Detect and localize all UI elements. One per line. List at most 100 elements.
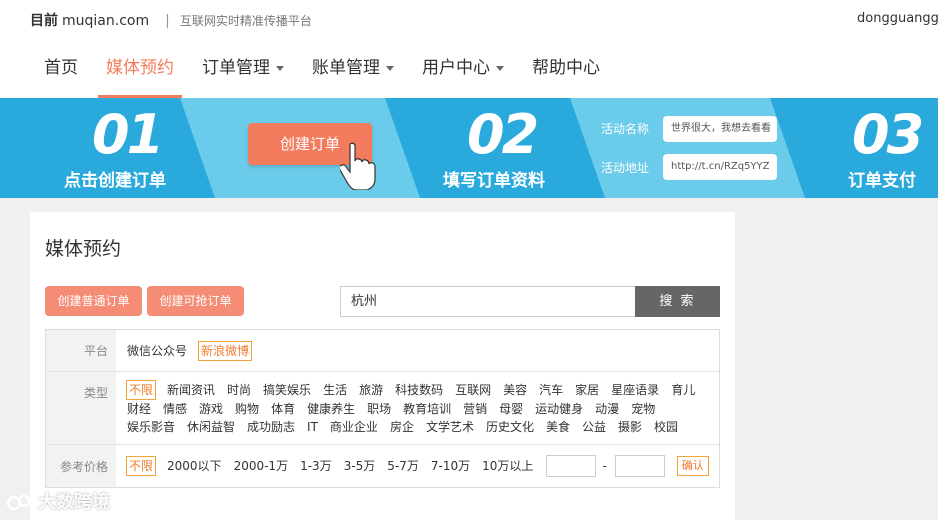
- filter-option-selected[interactable]: 不限: [126, 380, 157, 400]
- filter-option[interactable]: 时尚: [226, 381, 252, 399]
- filter-option[interactable]: 教育培训: [402, 400, 452, 418]
- filter-option[interactable]: 10万以上: [481, 457, 534, 475]
- nav-user-center[interactable]: 用户中心: [408, 50, 518, 98]
- filter-option[interactable]: 旅游: [358, 381, 384, 399]
- filter-option[interactable]: 3-5万: [343, 457, 377, 475]
- nav-order-management[interactable]: 订单管理: [188, 50, 298, 98]
- page-title: 媒体预约: [45, 238, 122, 260]
- step3-number: 03: [852, 103, 924, 166]
- filter-option[interactable]: 运动健身: [534, 400, 584, 418]
- filter-option[interactable]: 公益: [581, 418, 607, 436]
- nav-order-management-label: 订单管理: [202, 58, 270, 78]
- filter-option[interactable]: 汽车: [538, 381, 564, 399]
- filter-option-selected[interactable]: 不限: [126, 456, 157, 476]
- search-button[interactable]: 搜 索: [635, 286, 720, 317]
- brand-name: 目前: [30, 13, 58, 29]
- brand-domain: muqian.com: [62, 13, 150, 29]
- activity-url-label: 活动地址: [601, 161, 650, 175]
- filter-option[interactable]: 摄影: [617, 418, 643, 436]
- step2-label: 填写订单资料: [443, 171, 545, 191]
- filter-option[interactable]: 历史文化: [485, 418, 535, 436]
- filter-option[interactable]: 财经: [126, 400, 152, 418]
- step1-label: 点击创建订单: [64, 171, 166, 191]
- filter-option[interactable]: 文学艺术: [425, 418, 475, 436]
- step3-label: 订单支付: [848, 171, 916, 191]
- filter-table: 平台 微信公众号 新浪微博 类型 不限 新闻资讯 时尚 搞笑娱乐 生活 旅游 科技数码 互联网…: [45, 329, 720, 488]
- filter-option[interactable]: 2000以下: [166, 457, 223, 475]
- watermark: 大数跨境: [6, 488, 110, 514]
- search-input[interactable]: 杭州: [340, 286, 636, 317]
- chevron-down-icon: [276, 65, 284, 71]
- chevron-down-icon: [496, 65, 504, 71]
- hand-cursor-icon: [340, 142, 376, 190]
- price-options: 不限 2000以下 2000-1万 1-3万 3-5万 5-7万 7-10万 10万以上 - 确认: [116, 445, 719, 487]
- steps-banner: 01 点击创建订单 创建订单 02 填写订单资料 活动名称 世界很大，我想去看看…: [0, 98, 938, 198]
- filter-label-price: 参考价格: [46, 445, 116, 487]
- step1-number: 01: [92, 103, 164, 166]
- nav-help-center-label: 帮助中心: [532, 58, 600, 78]
- nav-bill-management[interactable]: 账单管理: [298, 50, 408, 98]
- filter-option[interactable]: 7-10万: [430, 457, 471, 475]
- filter-option[interactable]: 美食: [545, 418, 571, 436]
- filter-option[interactable]: 体育: [270, 400, 296, 418]
- filter-option[interactable]: 新闻资讯: [166, 381, 216, 399]
- filter-option[interactable]: 搞笑娱乐: [262, 381, 312, 399]
- nav-bill-management-label: 账单管理: [312, 58, 380, 78]
- nav-media-booking[interactable]: 媒体预约: [92, 50, 188, 98]
- main-nav: 首页 媒体预约 订单管理 账单管理 用户中心 帮助中心: [30, 50, 614, 98]
- filter-option[interactable]: 母婴: [498, 400, 524, 418]
- nav-user-center-label: 用户中心: [422, 58, 490, 78]
- filter-option[interactable]: 1-3万: [299, 457, 333, 475]
- platform-options: 微信公众号 新浪微博: [116, 330, 719, 371]
- filter-option[interactable]: 美容: [502, 381, 528, 399]
- filter-option[interactable]: 育儿: [670, 381, 696, 399]
- activity-url-field: http://t.cn/RZq5YYZ: [663, 154, 777, 180]
- filter-option[interactable]: 游戏: [198, 400, 224, 418]
- filter-option[interactable]: 动漫: [594, 400, 620, 418]
- filter-row-type: 类型 不限 新闻资讯 时尚 搞笑娱乐 生活 旅游 科技数码 互联网 美容 汽车 家居 星座语录 育儿财经…: [46, 372, 719, 445]
- nav-home[interactable]: 首页: [30, 50, 92, 98]
- filter-option[interactable]: IT: [306, 418, 319, 436]
- filter-option[interactable]: 家居: [574, 381, 600, 399]
- media-booking-panel: 媒体预约 创建普通订单 创建可抢订单 杭州 搜 索 平台 微信公众号 新浪微博 …: [30, 212, 735, 520]
- price-max-input[interactable]: [614, 455, 665, 477]
- filter-row-platform: 平台 微信公众号 新浪微博: [46, 330, 719, 372]
- filter-option[interactable]: 校园: [653, 418, 679, 436]
- filter-option[interactable]: 成功励志: [246, 418, 296, 436]
- brand[interactable]: 目前 muqian.com | 互联网实时精准传播平台: [30, 10, 312, 30]
- filter-option[interactable]: 5-7万: [386, 457, 420, 475]
- filter-option[interactable]: 休闲益智: [186, 418, 236, 436]
- filter-option[interactable]: 情感: [162, 400, 188, 418]
- nav-help-center[interactable]: 帮助中心: [518, 50, 614, 98]
- filter-option[interactable]: 星座语录: [610, 381, 660, 399]
- create-normal-order-button[interactable]: 创建普通订单: [45, 286, 142, 316]
- filter-option[interactable]: 生活: [322, 381, 348, 399]
- brand-slogan: 互联网实时精准传播平台: [179, 14, 312, 28]
- create-grab-order-button[interactable]: 创建可抢订单: [147, 286, 244, 316]
- confirm-price-button[interactable]: 确认: [676, 456, 709, 476]
- username-link[interactable]: dongguanggang: [857, 11, 938, 26]
- range-dash: -: [602, 458, 607, 473]
- filter-option-selected[interactable]: 新浪微博: [198, 340, 253, 361]
- activity-name-label: 活动名称: [601, 122, 650, 136]
- nav-home-label: 首页: [44, 58, 78, 78]
- filter-label-platform: 平台: [46, 330, 116, 371]
- filter-option[interactable]: 科技数码: [394, 381, 444, 399]
- type-options: 不限 新闻资讯 时尚 搞笑娱乐 生活 旅游 科技数码 互联网 美容 汽车 家居 星座语录 育儿财经 情感游…: [116, 372, 719, 444]
- filter-option[interactable]: 微信公众号: [126, 342, 188, 360]
- watermark-logo-icon: [6, 494, 31, 511]
- filter-option[interactable]: 娱乐影音: [126, 418, 176, 436]
- filter-option[interactable]: 营销: [462, 400, 488, 418]
- filter-option[interactable]: 房企: [389, 418, 415, 436]
- filter-option[interactable]: 商业企业: [329, 418, 379, 436]
- filter-label-type: 类型: [46, 372, 116, 444]
- filter-option[interactable]: 互联网: [454, 381, 492, 399]
- filter-option[interactable]: 2000-1万: [233, 457, 290, 475]
- filter-option[interactable]: 购物: [234, 400, 260, 418]
- price-min-input[interactable]: [546, 455, 597, 477]
- chevron-down-icon: [386, 65, 394, 71]
- filter-option[interactable]: 职场: [366, 400, 392, 418]
- step2-number: 02: [467, 103, 539, 166]
- filter-option[interactable]: 健康养生: [306, 400, 356, 418]
- filter-option[interactable]: 宠物: [630, 400, 656, 418]
